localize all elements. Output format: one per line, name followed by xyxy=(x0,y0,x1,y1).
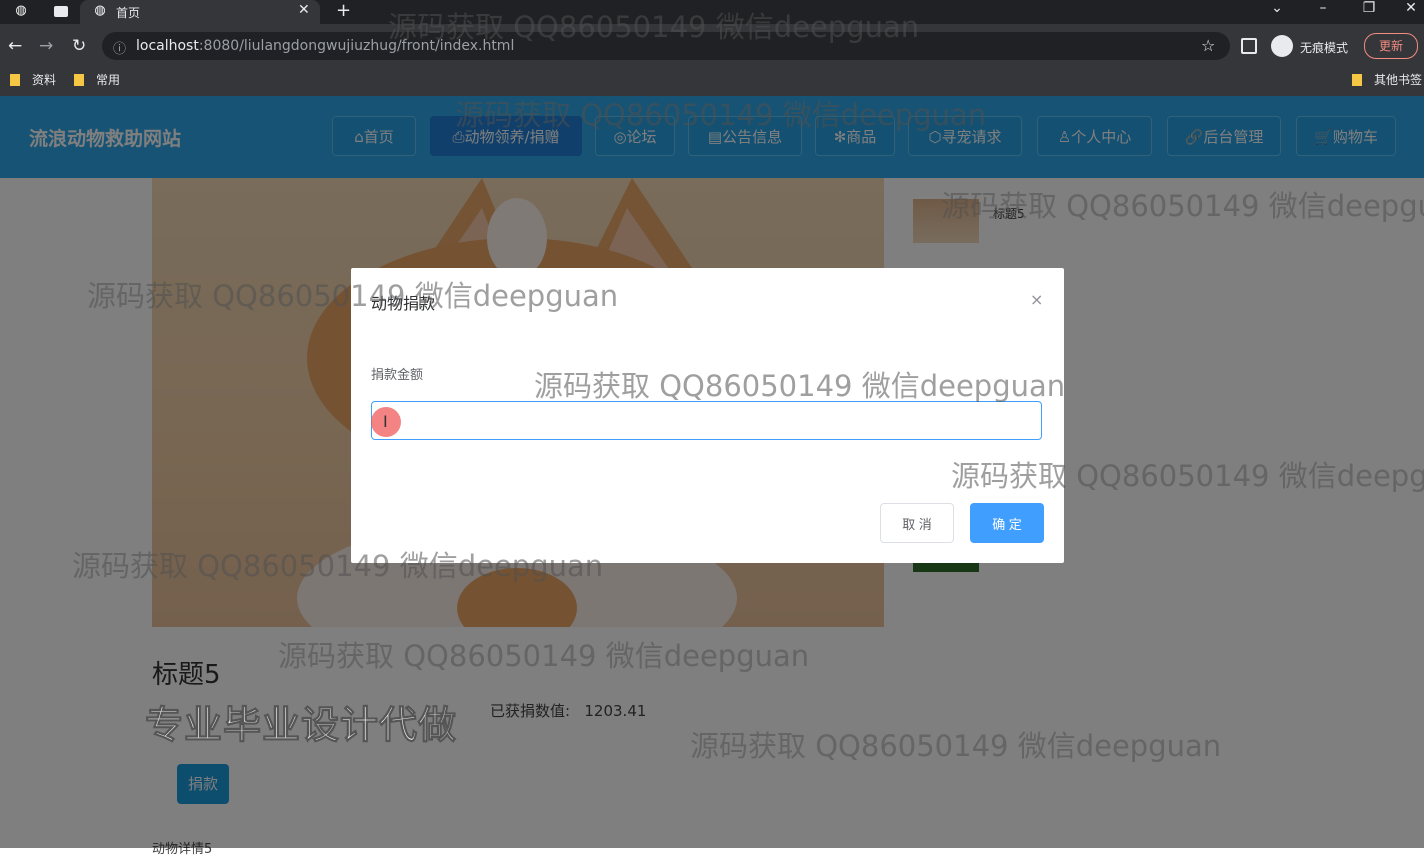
window-close-icon[interactable]: ✕ xyxy=(1396,0,1424,16)
minimize-icon[interactable]: – xyxy=(1308,0,1338,16)
dialog-title: 动物捐款 xyxy=(371,294,436,313)
folder-icon xyxy=(10,74,20,86)
reload-icon[interactable]: ↻ xyxy=(72,36,86,56)
forward-icon[interactable]: → xyxy=(39,36,53,56)
tab-title: 首页 xyxy=(116,6,141,20)
bookmark-folder[interactable]: 资料 xyxy=(10,71,56,88)
close-tab-icon[interactable]: ✕ xyxy=(298,2,310,18)
incognito-label: 无痕模式 xyxy=(1300,41,1349,55)
amount-label: 捐款金额 xyxy=(371,368,424,383)
brand-watermark: 专业毕业设计代做 xyxy=(144,703,458,748)
url-text[interactable]: localhost:8080/liulangdongwujiuzhug/fron… xyxy=(136,38,514,54)
incognito-icon xyxy=(1271,35,1293,57)
back-icon[interactable]: ← xyxy=(8,36,22,56)
folder-icon xyxy=(74,74,84,86)
text-cursor-icon: I xyxy=(383,412,388,431)
chevron-down-icon[interactable]: ⌄ xyxy=(1262,0,1292,16)
side-panel-icon[interactable] xyxy=(1241,38,1257,54)
confirm-button[interactable]: 确 定 xyxy=(970,503,1044,543)
amount-input[interactable] xyxy=(371,401,1042,440)
folder-icon xyxy=(1352,74,1362,86)
info-icon[interactable]: ⓘ xyxy=(113,38,126,57)
tab-window-icon[interactable] xyxy=(54,6,68,17)
globe-icon: ◍ xyxy=(15,3,27,18)
update-button[interactable]: 更新 xyxy=(1364,33,1418,59)
cancel-button[interactable]: 取 消 xyxy=(880,503,954,543)
restore-icon[interactable]: ❐ xyxy=(1354,0,1384,16)
globe-icon: ◍ xyxy=(94,3,106,18)
other-bookmarks[interactable]: 其他书签 xyxy=(1352,71,1422,88)
bookmark-folder[interactable]: 常用 xyxy=(74,71,120,88)
new-tab-icon[interactable]: + xyxy=(336,0,351,21)
close-icon[interactable]: × xyxy=(1030,290,1043,309)
bookmarks-bar xyxy=(0,64,1424,97)
star-icon[interactable]: ☆ xyxy=(1201,36,1215,55)
